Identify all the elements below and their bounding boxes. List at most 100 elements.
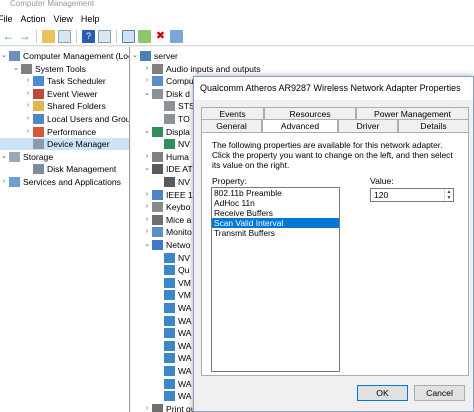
- collapsed-arrow-icon[interactable]: ›: [24, 113, 32, 125]
- collapsed-arrow-icon[interactable]: ›: [143, 201, 151, 213]
- ieee-icon: [152, 189, 163, 200]
- show-hide-tree-icon[interactable]: [58, 30, 71, 43]
- property-item[interactable]: Scan Valid Interval: [212, 218, 339, 228]
- expanded-arrow-icon[interactable]: ⌄: [0, 151, 8, 163]
- menu-help[interactable]: Help: [81, 14, 108, 24]
- network-adapter-icon: [164, 265, 175, 276]
- expanded-arrow-icon[interactable]: ⌄: [0, 50, 8, 62]
- value-field[interactable]: 120 ▲ ▼: [370, 188, 454, 202]
- tree-item-label: WA: [178, 353, 192, 364]
- tree-item[interactable]: › Shared Folders: [0, 100, 129, 112]
- collapsed-arrow-icon[interactable]: ›: [143, 151, 151, 163]
- tree-item[interactable]: › Services and Applications: [0, 176, 129, 188]
- expanded-arrow-icon[interactable]: ⌄: [143, 88, 151, 100]
- tree-item-label: Storage: [23, 151, 54, 162]
- property-item[interactable]: AdHoc 11n: [212, 198, 339, 208]
- tree-item[interactable]: › Task Scheduler: [0, 75, 129, 87]
- uninstall-icon[interactable]: ✖: [154, 30, 167, 43]
- tree-item[interactable]: ⌄ server: [131, 50, 474, 62]
- tree-item-label: Huma: [166, 151, 189, 162]
- tree-item[interactable]: › Event Viewer: [0, 88, 129, 100]
- property-item[interactable]: Transmit Buffers: [212, 228, 339, 238]
- expanded-arrow-icon[interactable]: ⌄: [143, 163, 151, 175]
- help-icon[interactable]: ?: [82, 30, 95, 43]
- spin-down-icon[interactable]: ▼: [445, 195, 453, 201]
- tab-details[interactable]: Details: [398, 119, 469, 132]
- property-list[interactable]: 802.11b Preamble AdHoc 11n Receive Buffers…: [211, 187, 340, 372]
- tree-item-label: Netwo: [166, 240, 191, 250]
- disk-drive-icon: [164, 114, 175, 124]
- collapsed-arrow-icon[interactable]: ›: [143, 63, 151, 75]
- tree-item-label: System Tools: [35, 63, 86, 74]
- tab-advanced[interactable]: Advanced: [262, 119, 338, 133]
- performance-icon: [33, 126, 44, 137]
- tree-item-label: Device Manager: [47, 139, 110, 150]
- forward-icon[interactable]: →: [18, 30, 31, 43]
- toolbar-separator: [116, 30, 117, 43]
- back-icon[interactable]: ←: [2, 30, 15, 43]
- window-title: Computer Management: [0, 0, 474, 10]
- console-tree: ⌄ Computer Management (Local ⌄ System Tools…: [0, 47, 130, 412]
- menu-file[interactable]: File: [0, 14, 21, 24]
- network-adapter-icon: [164, 391, 175, 402]
- menu-action[interactable]: Action: [21, 14, 54, 24]
- expanded-arrow-icon[interactable]: ⌄: [143, 126, 151, 138]
- collapsed-arrow-icon[interactable]: ›: [24, 88, 32, 100]
- cancel-button[interactable]: Cancel: [414, 385, 465, 401]
- collapsed-arrow-icon[interactable]: ›: [24, 126, 32, 138]
- device-manager-icon: [33, 139, 44, 150]
- ok-button[interactable]: OK: [357, 385, 408, 401]
- collapsed-arrow-icon[interactable]: ›: [143, 189, 151, 201]
- collapsed-arrow-icon[interactable]: ›: [143, 75, 151, 87]
- folder-up-icon[interactable]: [42, 30, 55, 43]
- tree-item-label: Performance: [47, 126, 97, 137]
- expanded-arrow-icon[interactable]: ⌄: [131, 50, 139, 62]
- tree-item[interactable]: › Audio inputs and outputs: [131, 63, 474, 75]
- monitor-icon: [152, 76, 163, 87]
- property-item[interactable]: Receive Buffers: [212, 208, 339, 218]
- tree-item[interactable]: ⌄ Storage: [0, 151, 129, 163]
- computer-icon: [140, 51, 151, 61]
- tab-row-2: General Advanced Driver Details: [201, 119, 469, 133]
- update-driver-icon[interactable]: [138, 30, 151, 43]
- users-icon: [33, 114, 44, 124]
- tree-item-label: Event Viewer: [47, 88, 98, 99]
- tree-item[interactable]: › Performance: [0, 126, 129, 138]
- network-adapter-icon: [164, 378, 175, 389]
- expanded-arrow-icon[interactable]: ⌄: [12, 63, 20, 75]
- display-adapter-icon: [152, 126, 163, 137]
- value-text: 120: [374, 190, 389, 200]
- expanded-arrow-icon[interactable]: ⌄: [143, 239, 151, 251]
- collapsed-arrow-icon[interactable]: ›: [24, 75, 32, 87]
- scan-hardware-icon[interactable]: [170, 30, 183, 43]
- tree-item[interactable]: Device Manager: [0, 138, 129, 151]
- disk-drive-icon: [164, 101, 175, 112]
- collapsed-arrow-icon[interactable]: ›: [143, 403, 151, 412]
- tree-item-label: WA: [178, 391, 192, 402]
- properties-icon[interactable]: [98, 30, 111, 43]
- property-item[interactable]: 802.11b Preamble: [212, 188, 339, 198]
- computer-management-icon: [9, 51, 20, 61]
- tab-general[interactable]: General: [201, 119, 262, 132]
- tree-item[interactable]: ⌄ Computer Management (Local: [0, 50, 129, 62]
- tree-item-label: server: [154, 51, 178, 61]
- menu-view[interactable]: View: [54, 14, 81, 24]
- property-label: Property:: [212, 176, 247, 186]
- network-adapter-icon: [164, 328, 175, 339]
- hid-icon: [152, 151, 163, 162]
- collapsed-arrow-icon[interactable]: ›: [24, 100, 32, 112]
- collapsed-arrow-icon[interactable]: ›: [143, 226, 151, 238]
- collapsed-arrow-icon[interactable]: ›: [0, 176, 8, 188]
- tree-item-label: Qu: [178, 265, 190, 276]
- tree-item[interactable]: Disk Management: [0, 163, 129, 175]
- tab-driver[interactable]: Driver: [338, 119, 398, 132]
- tree-item[interactable]: › Local Users and Groups: [0, 113, 129, 125]
- network-adapter-icon: [164, 366, 175, 376]
- tree-item[interactable]: ⌄ System Tools: [0, 63, 129, 75]
- collapsed-arrow-icon[interactable]: ›: [143, 214, 151, 226]
- tree-item-label: WA: [178, 366, 192, 376]
- tree-item-label: Disk Management: [47, 164, 117, 175]
- value-spinner[interactable]: ▲ ▼: [444, 189, 453, 201]
- monitor-icon[interactable]: [122, 30, 135, 43]
- tree-item-label: NV: [178, 139, 190, 150]
